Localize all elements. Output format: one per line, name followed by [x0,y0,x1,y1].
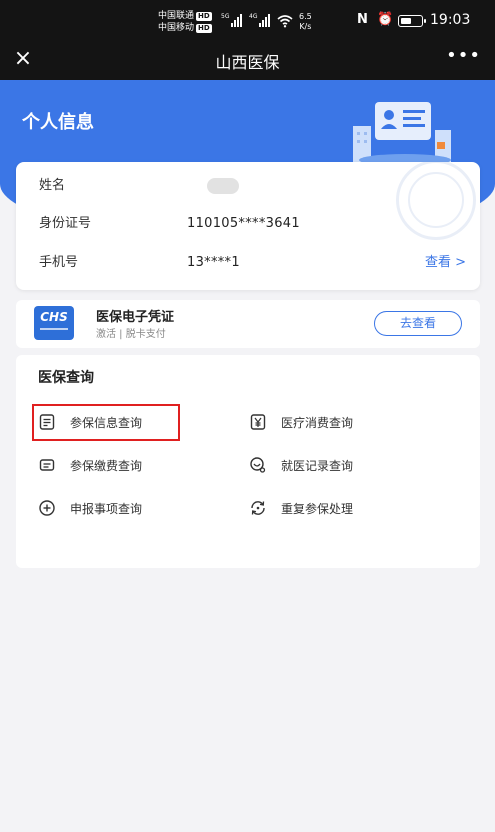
carrier-1: 中国联通 [158,11,195,21]
battery-level [401,18,411,24]
voucher-subtitle: 激活 | 脱卡支付 [96,329,166,340]
medical-voucher-card[interactable]: CHS 医保电子凭证 激活 | 脱卡支付 去查看 [16,300,480,348]
alarm-icon: ⏰ [377,12,394,27]
query-item-label: 医疗消费查询 [281,415,354,430]
document-icon [39,414,55,430]
refresh-icon [251,501,265,515]
voucher-title: 医保电子凭证 [96,310,175,325]
chs-logo-text: CHS [40,310,68,324]
query-item-label: 重复参保处理 [281,501,354,516]
section-title: 个人信息 [22,112,94,133]
stethoscope-icon [250,457,266,473]
query-section-title: 医保查询 [38,370,94,386]
yuan-icon [250,414,266,430]
carrier-2: 中国移动 [158,23,195,33]
insurance-query-section: 医保查询 参保信息查询 医疗消费查询 参保缴费查询 就医记录查询 申报事项查询 … [16,355,480,568]
signal-icon: 5G [221,13,243,27]
navigation-bar: × 山西医保 ••• [0,42,495,80]
signal-icon: 4G [249,13,271,27]
name-value-masked [207,178,239,194]
id-value: 110105****3641 [187,216,300,231]
id-row: 身份证号 110105****3641 [39,213,466,235]
status-bar: 中国联通 HD 中国移动 HD 5G 4G 6.5 K/s N ⏰ 19:03 [0,0,495,42]
query-item-declaration[interactable]: 申报事项查询 [38,493,142,523]
phone-row: 手机号 13****1 查看 > [39,252,466,274]
query-item-label: 申报事项查询 [70,501,143,516]
speed-unit: K/s [299,22,312,31]
more-options-icon[interactable]: ••• [446,45,481,66]
view-link[interactable]: 查看 > [425,252,466,274]
query-item-label: 参保缴费查询 [70,458,143,473]
carrier-info: 中国联通 HD 中国移动 HD [158,10,212,34]
query-item-label: 就医记录查询 [281,458,354,473]
battery-icon [398,15,426,27]
page-title: 山西医保 [215,53,280,72]
wifi-icon [277,15,293,28]
query-item-duplicate-enrollment[interactable]: 重复参保处理 [249,493,353,523]
network-speed: 6.5 K/s [299,12,312,32]
plus-circle-icon [39,500,55,516]
view-voucher-button[interactable]: 去查看 [374,311,462,336]
hd-badge: HD [196,12,212,21]
speed-value: 6.5 [299,12,312,21]
network-type: 4G [249,13,258,20]
query-item-medical-expense[interactable]: 医疗消费查询 [249,407,353,437]
personal-info-card: 姓名 身份证号 110105****3641 手机号 13****1 查看 > [16,162,480,290]
phone-label: 手机号 [39,255,79,270]
chs-logo-line [40,328,68,330]
receipt-icon [39,459,55,471]
phone-value: 13****1 [187,255,240,270]
query-item-label: 参保信息查询 [70,415,143,430]
id-label: 身份证号 [39,216,92,231]
query-item-payment[interactable]: 参保缴费查询 [38,450,142,480]
clock: 19:03 [430,12,471,28]
network-type: 5G [221,13,230,20]
id-card-illustration-icon [353,102,451,166]
name-row: 姓名 [39,175,466,197]
chs-logo: CHS [34,306,74,340]
query-item-enrollment-info[interactable]: 参保信息查询 [38,407,142,437]
query-item-medical-records[interactable]: 就医记录查询 [249,450,353,480]
hd-badge: HD [196,24,212,33]
name-label: 姓名 [39,178,66,193]
nfc-icon: N [357,12,368,27]
